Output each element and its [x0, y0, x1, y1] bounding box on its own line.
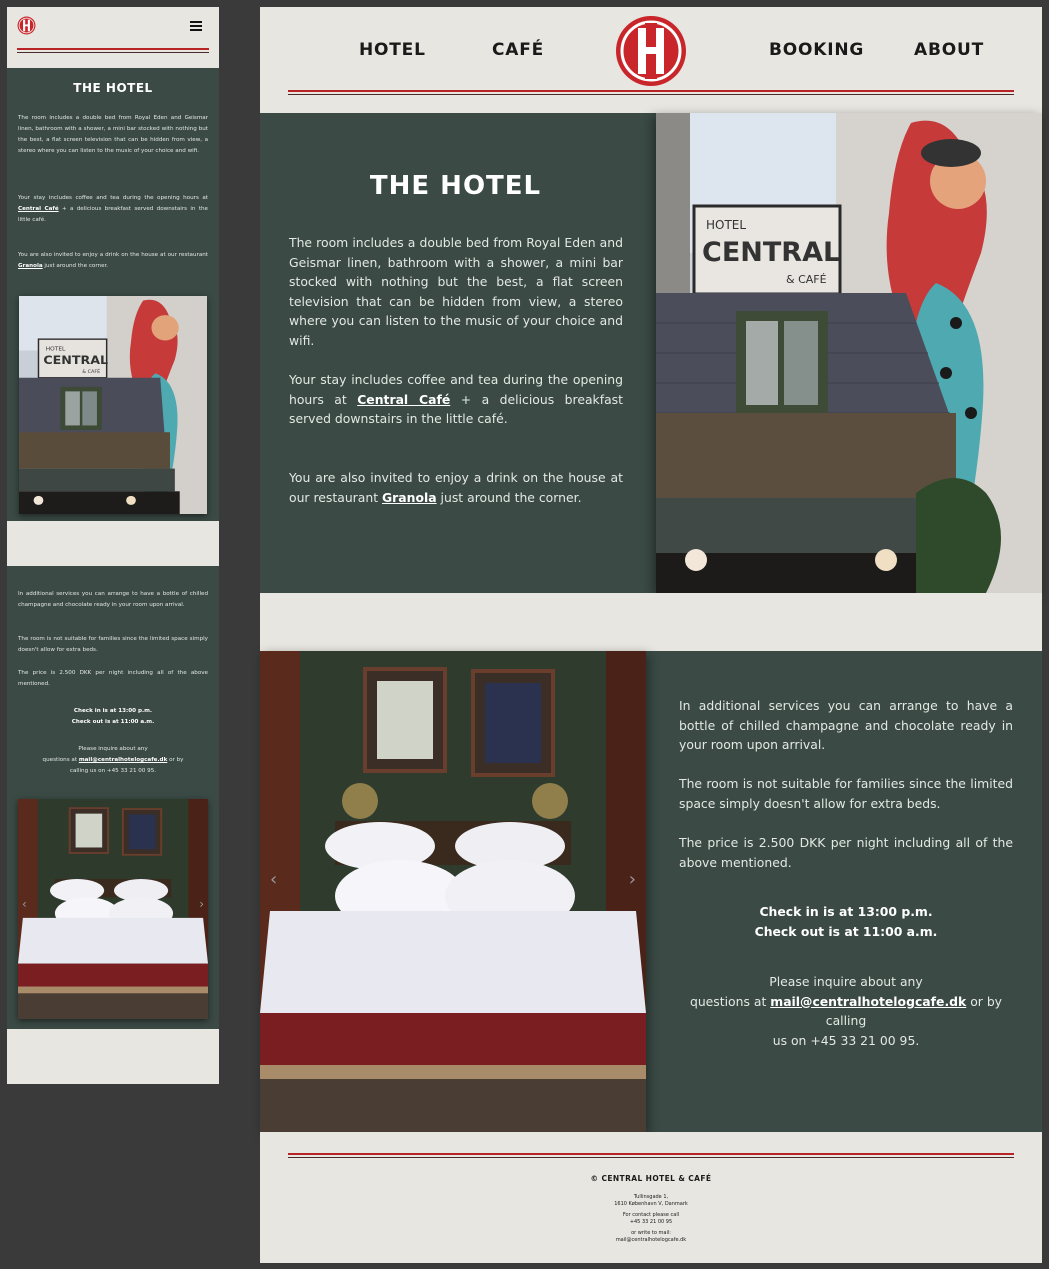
families-text: The room is not suitable for families si… [18, 636, 208, 653]
nav-divider-thin [288, 94, 1014, 95]
stay-description: Your stay includes coffee and tea during… [18, 195, 208, 223]
checkout-text: Check out is at 11:00 a.m. [71, 719, 155, 725]
price-text: The price is 2.500 DKK per night includi… [679, 835, 1013, 870]
header-divider [17, 48, 209, 50]
hotel-facade-photo: HOTEL CENTRAL & CAFÉ [656, 113, 1042, 593]
checkout-text: Check out is at 11:00 a.m. [754, 923, 938, 939]
info-section: ‹ › In additional services you can arran… [260, 651, 1042, 1132]
mobile-info-section: In additional services you can arrange t… [7, 566, 219, 1029]
room-description: The room includes a double bed from Roya… [18, 115, 208, 154]
footer-address-2: 1610 København V, Danmark [614, 1200, 688, 1207]
inquire-line-1: Please inquire about any [769, 974, 923, 989]
checkin-text: Check in is at 13:00 p.m. [759, 904, 933, 919]
section-gap [260, 593, 1042, 651]
footer-divider [288, 1153, 1014, 1155]
hamburger-icon[interactable] [190, 21, 202, 31]
drink-description: You are also invited to enjoy a drink on… [289, 470, 623, 505]
svg-text:HOTEL: HOTEL [46, 347, 66, 353]
nav-divider [288, 90, 1014, 92]
nav-about[interactable]: ABOUT [914, 40, 984, 60]
families-text: The room is not suitable for families si… [679, 776, 1013, 811]
price-text: The price is 2.500 DKK per night includi… [18, 670, 208, 687]
carousel-next-icon[interactable]: › [199, 897, 204, 911]
section-title: THE HOTEL [369, 171, 542, 201]
granola-link[interactable]: Granola [382, 490, 437, 505]
header-divider-thin [17, 52, 209, 53]
hotel-section: THE HOTEL The room includes a double bed… [260, 113, 1042, 593]
hotel-logo-icon[interactable] [615, 15, 687, 87]
sign-big-text: CENTRAL [702, 237, 840, 268]
bedroom-photo: ‹ › [18, 799, 208, 1019]
nav-hotel[interactable]: HOTEL [359, 40, 426, 60]
main-nav: HOTEL CAFÉ BOOKING ABOUT [260, 7, 1042, 113]
email-link[interactable]: mail@centralhotelogcafe.dk [79, 757, 167, 763]
carousel-prev-icon[interactable]: ‹ [22, 897, 27, 911]
section-gap [7, 521, 219, 566]
inquire-line-1: Please inquire about any [78, 746, 148, 752]
stay-description: Your stay includes coffee and tea during… [289, 372, 623, 427]
footer-copyright: © CENTRAL HOTEL & CAFÉ [590, 1174, 712, 1183]
inquire-line-3: calling us on +45 33 21 00 95. [69, 768, 157, 774]
inquire-block: Please inquire about any questions at ma… [679, 972, 1013, 1050]
email-link[interactable]: mail@centralhotelogcafe.dk [770, 994, 966, 1009]
hotel-facade-photo: HOTEL CENTRAL & CAFÉ [19, 296, 207, 514]
drink-description: You are also invited to enjoy a drink on… [18, 252, 208, 269]
inquire-line-2: questions at mail@centralhotelogcafe.dk … [689, 993, 1003, 1029]
mobile-header [7, 7, 219, 68]
hotel-logo-icon[interactable] [17, 16, 36, 35]
desktop-preview: HOTEL CAFÉ BOOKING ABOUT THE HOTEL The r… [260, 7, 1042, 1263]
carousel-prev-icon[interactable]: ‹ [270, 869, 277, 890]
section-title: THE HOTEL [73, 81, 153, 95]
inquire-line-3: us on +45 33 21 00 95. [772, 1032, 920, 1048]
services-text: In additional services you can arrange t… [679, 698, 1013, 753]
footer-email[interactable]: mail@centralhotelogcafe.dk [260, 1237, 1042, 1244]
central-cafe-link[interactable]: Central Café [18, 206, 59, 212]
central-cafe-link[interactable]: Central Café [357, 392, 450, 407]
checkin-text: Check in is at 13:00 p.m. [73, 708, 153, 714]
footer-divider-thin [288, 1157, 1014, 1158]
footer-phone[interactable]: +45 33 21 00 95 [260, 1219, 1042, 1226]
sign-sub-text: & CAFÉ [786, 273, 827, 286]
nav-booking[interactable]: BOOKING [769, 40, 864, 60]
nav-cafe[interactable]: CAFÉ [492, 40, 544, 60]
mobile-hotel-section: THE HOTEL The room includes a double bed… [7, 68, 219, 521]
services-text: In additional services you can arrange t… [18, 591, 208, 608]
svg-text:CENTRAL: CENTRAL [43, 354, 108, 368]
mobile-preview: THE HOTEL The room includes a double bed… [7, 7, 219, 1084]
checkin-block: Check in is at 13:00 p.m. Check out is a… [679, 902, 1013, 941]
room-description: The room includes a double bed from Roya… [289, 235, 623, 348]
granola-link[interactable]: Granola [18, 263, 43, 269]
bedroom-photo: ‹ › [260, 651, 646, 1132]
footer: © CENTRAL HOTEL & CAFÉ Tullinsgade 1, 16… [260, 1132, 1042, 1263]
inquire-line-2: questions at mail@centralhotelogcafe.dk … [42, 757, 184, 763]
sign-small-text: HOTEL [706, 218, 746, 232]
carousel-next-icon[interactable]: › [629, 869, 636, 890]
mobile-footer [7, 1029, 219, 1084]
